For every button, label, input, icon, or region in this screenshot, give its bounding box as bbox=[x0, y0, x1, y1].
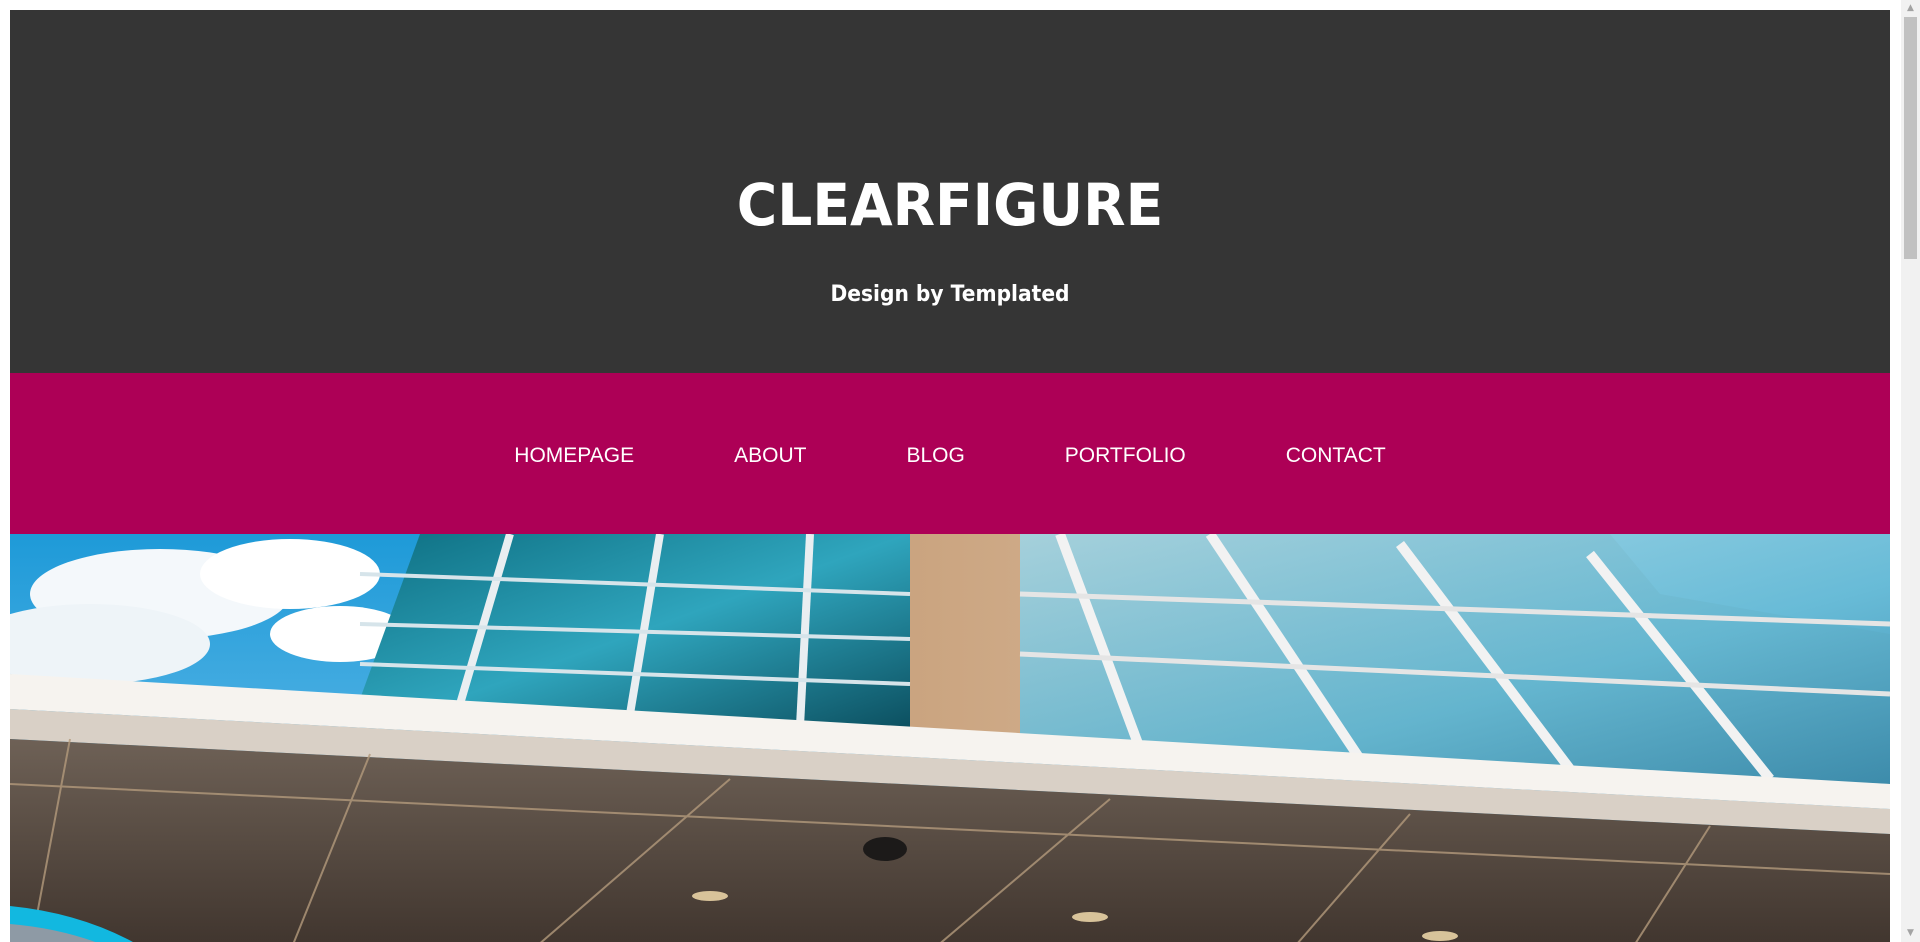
page-wrapper: CLEARFIGURE Design by Templated HOMEPAGE… bbox=[10, 10, 1890, 942]
site-header: CLEARFIGURE Design by Templated bbox=[10, 10, 1890, 373]
menu-item-portfolio: PORTFOLIO bbox=[1065, 441, 1186, 471]
scrollbar-thumb[interactable] bbox=[1904, 17, 1917, 259]
building-photo bbox=[10, 534, 1890, 942]
page-viewport: CLEARFIGURE Design by Templated HOMEPAGE… bbox=[0, 0, 1901, 942]
banner-image bbox=[10, 534, 1890, 942]
site-title[interactable]: CLEARFIGURE bbox=[57, 170, 1843, 240]
menu-link-contact[interactable]: CONTACT bbox=[1286, 441, 1386, 471]
menu-item-about: ABOUT bbox=[734, 441, 806, 471]
site-tagline[interactable]: Design by Templated bbox=[85, 280, 1815, 310]
arrow-up-icon[interactable]: ▲ bbox=[1901, 0, 1920, 17]
menu-item-blog: BLOG bbox=[906, 441, 964, 471]
menu-link-portfolio[interactable]: PORTFOLIO bbox=[1065, 441, 1186, 471]
arrow-down-icon[interactable]: ▼ bbox=[1901, 925, 1920, 942]
main-menu: HOMEPAGE ABOUT BLOG PORTFOLIO CONTACT bbox=[10, 373, 1890, 534]
menu-item-homepage: HOMEPAGE bbox=[514, 441, 634, 471]
menu-link-about[interactable]: ABOUT bbox=[734, 441, 806, 471]
menu-item-contact: CONTACT bbox=[1286, 441, 1386, 471]
menu-link-homepage[interactable]: HOMEPAGE bbox=[514, 441, 634, 471]
menu-link-blog[interactable]: BLOG bbox=[906, 441, 964, 471]
vertical-scrollbar[interactable]: ▲ ▼ bbox=[1901, 0, 1920, 942]
menu-list: HOMEPAGE ABOUT BLOG PORTFOLIO CONTACT bbox=[10, 441, 1890, 471]
